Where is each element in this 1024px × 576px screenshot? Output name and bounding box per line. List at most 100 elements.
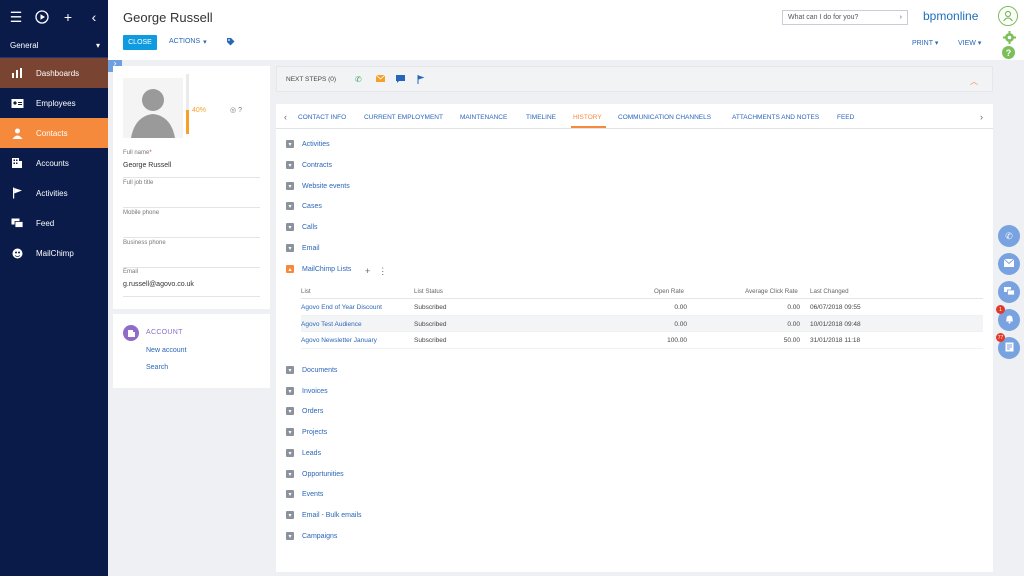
actions-label: ACTIONS — [169, 38, 201, 45]
tab-feed[interactable]: FEED — [837, 114, 854, 121]
completeness-help[interactable]: ◎ ? — [230, 106, 242, 114]
list-name[interactable]: Agovo Newsletter January — [301, 337, 377, 344]
sidebar-item-feed[interactable]: Feed — [0, 208, 108, 238]
group-orders[interactable]: ▾ Orders — [286, 405, 323, 417]
business-phone-field[interactable]: Business phone — [123, 240, 260, 268]
click-rate: 0.00 — [787, 304, 800, 311]
sidebar-item-dashboards[interactable]: Dashboards — [0, 58, 108, 88]
avatar[interactable] — [123, 78, 183, 138]
help-icon[interactable]: ? — [1002, 46, 1015, 59]
email-panel-button[interactable] — [998, 253, 1020, 275]
table-row[interactable]: Agovo End of Year Discount Subscribed 0.… — [301, 299, 983, 316]
tasks-button[interactable]: 77 — [996, 333, 1020, 359]
info-icon: ◎ — [230, 107, 237, 114]
group-calls[interactable]: ▾ Calls — [286, 221, 318, 233]
column-header[interactable]: List — [301, 288, 311, 295]
mailchimp-lists-table: List List Status Open Rate Average Click… — [301, 288, 983, 349]
chevron-left-icon[interactable]: ‹ — [86, 9, 102, 25]
tab-maintenance[interactable]: MAINTENANCE — [460, 114, 507, 121]
chevron-up-icon[interactable]: ︿ — [970, 76, 978, 87]
table-row[interactable]: Agovo Test Audience Subscribed 0.00 0.00… — [301, 315, 983, 332]
notifications-button[interactable]: 1 — [996, 305, 1020, 331]
tab-attachments-and-notes[interactable]: ATTACHMENTS AND NOTES — [732, 114, 819, 121]
user-profile-icon[interactable] — [998, 6, 1018, 26]
table-row[interactable]: Agovo Newsletter January Subscribed 100.… — [301, 332, 983, 349]
gear-icon[interactable] — [1002, 30, 1016, 44]
group-invoices[interactable]: ▾ Invoices — [286, 385, 328, 397]
email-icon[interactable] — [375, 74, 386, 84]
group-activities[interactable]: ▾ Activities — [286, 138, 330, 150]
envelope-icon — [1003, 258, 1015, 269]
group-opportunities[interactable]: ▾ Opportunities — [286, 468, 344, 480]
group-projects[interactable]: ▾ Projects — [286, 426, 327, 438]
list-name[interactable]: Agovo Test Audience — [301, 321, 362, 328]
plus-icon[interactable]: + — [60, 9, 76, 25]
search-account-link[interactable]: Search — [146, 364, 168, 371]
group-email[interactable]: ▾ Email — [286, 242, 320, 254]
list-name[interactable]: Agovo End of Year Discount — [301, 304, 382, 311]
view-dropdown[interactable]: VIEW ▾ — [958, 39, 981, 47]
actions-dropdown[interactable]: ACTIONS ▾ — [169, 38, 207, 46]
full-name-field[interactable]: Full name* George Russell — [123, 150, 260, 178]
tab-history[interactable]: HISTORY — [573, 114, 602, 121]
column-header[interactable]: Last Changed — [810, 288, 849, 295]
phone-panel-button[interactable]: ✆ — [998, 225, 1020, 247]
completeness-fill — [186, 110, 189, 134]
field-label: Email — [123, 269, 139, 275]
chevron-right-icon[interactable]: › — [980, 112, 983, 122]
column-header[interactable]: Average Click Rate — [745, 288, 798, 295]
command-search-input[interactable]: What can I do for you? › — [782, 10, 908, 25]
tab-timeline[interactable]: TIMELINE — [526, 114, 556, 121]
sidebar-item-mailchimp[interactable]: MailChimp — [0, 238, 108, 268]
tab-contact-info[interactable]: CONTACT INFO — [298, 114, 346, 121]
group-leads[interactable]: ▾ Leads — [286, 447, 321, 459]
account-title: ACCOUNT — [146, 329, 183, 336]
group-contracts[interactable]: ▾ Contracts — [286, 159, 332, 171]
group-website-events[interactable]: ▾ Website events — [286, 180, 350, 192]
tab-current-employment[interactable]: CURRENT EMPLOYMENT — [364, 114, 443, 121]
print-dropdown[interactable]: PRINT ▾ — [912, 39, 938, 47]
group-events[interactable]: ▾ Events — [286, 488, 323, 500]
close-button[interactable]: CLOSE — [123, 35, 157, 50]
group-mailchimp-lists[interactable]: ▴ MailChimp Lists — [286, 263, 351, 275]
group-email-bulk-emails[interactable]: ▾ Email - Bulk emails — [286, 509, 362, 521]
group-documents[interactable]: ▾ Documents — [286, 364, 337, 376]
hamburger-menu-icon[interactable]: ☰ — [8, 9, 24, 25]
job-title-field[interactable]: Full job title — [123, 180, 260, 208]
tab-communication-channels[interactable]: COMMUNICATION CHANNELS — [618, 114, 711, 121]
column-header[interactable]: Open Rate — [654, 288, 684, 295]
flag-icon[interactable] — [417, 75, 425, 86]
more-vertical-icon[interactable]: ⋮ — [378, 266, 387, 277]
group-campaigns[interactable]: ▾ Campaigns — [286, 530, 337, 542]
email-field[interactable]: Email g.russell@agovo.co.uk — [123, 269, 260, 297]
chat-panel-button[interactable] — [998, 281, 1020, 303]
person-icon — [10, 126, 24, 140]
phone-icon[interactable]: ✆ — [355, 75, 362, 84]
building-icon — [10, 156, 24, 170]
chevron-down-icon: ▾ — [286, 407, 294, 415]
new-account-link[interactable]: New account — [146, 347, 186, 354]
mailchimp-icon — [10, 246, 24, 260]
active-tab-indicator — [571, 126, 606, 128]
sidebar-item-label: Contacts — [36, 128, 68, 138]
chevron-down-icon: ▾ — [286, 244, 294, 252]
sidebar-item-contacts[interactable]: Contacts — [0, 118, 108, 148]
chevron-down-icon: ▾ — [286, 532, 294, 540]
chevron-left-icon[interactable]: ‹ — [284, 112, 287, 122]
group-label: Calls — [302, 223, 318, 231]
page-title: George Russell — [123, 10, 213, 25]
task-list-icon — [1005, 342, 1014, 354]
chat-icon[interactable] — [396, 75, 405, 85]
sidebar-item-employees[interactable]: Employees — [0, 88, 108, 118]
click-rate: 50.00 — [783, 337, 800, 344]
group-cases[interactable]: ▾ Cases — [286, 200, 322, 212]
column-header[interactable]: List Status — [414, 288, 443, 295]
mobile-phone-field[interactable]: Mobile phone — [123, 210, 260, 238]
sidebar-item-accounts[interactable]: Accounts — [0, 148, 108, 178]
add-icon[interactable]: + — [365, 266, 370, 277]
sidebar-item-activities[interactable]: Activities — [0, 178, 108, 208]
play-circle-icon[interactable] — [34, 9, 50, 25]
workspace-selector[interactable]: General ▾ — [0, 34, 108, 58]
chevron-down-icon: ▾ — [286, 223, 294, 231]
tag-icon[interactable] — [226, 37, 235, 48]
